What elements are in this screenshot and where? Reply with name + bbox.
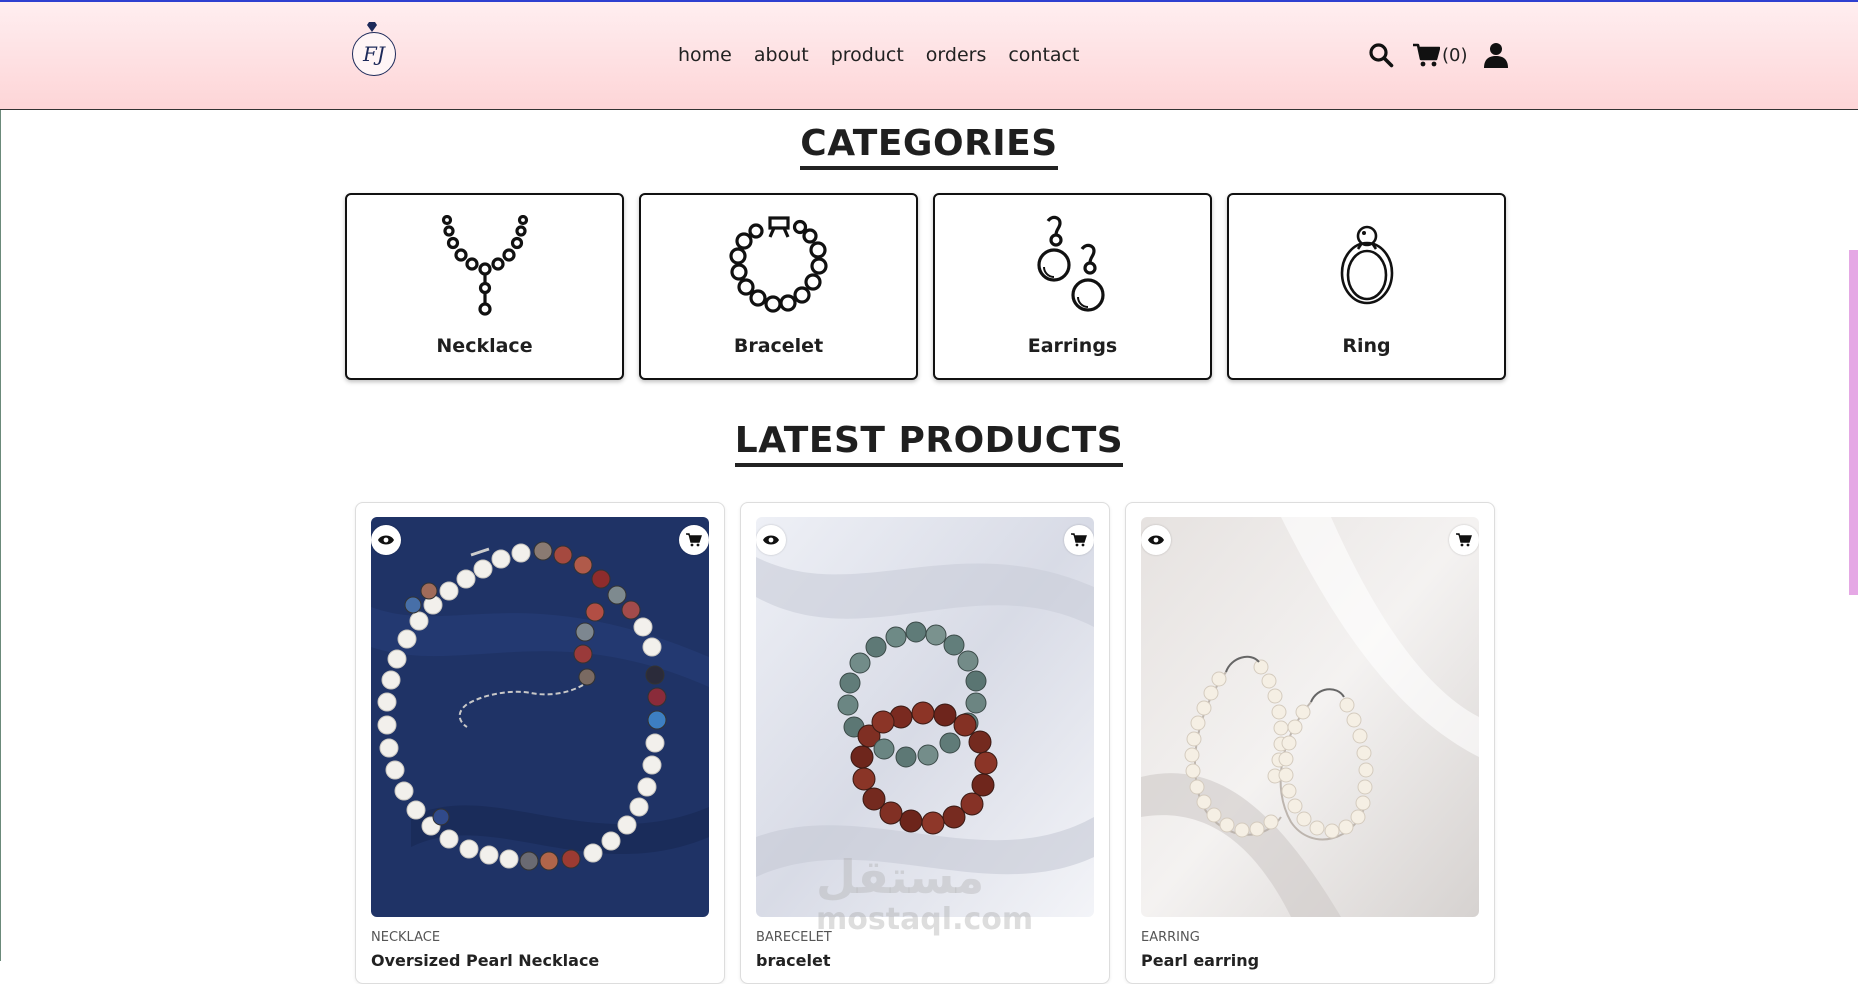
nav-home[interactable]: home — [678, 44, 732, 66]
scrollbar-thumb[interactable] — [1849, 250, 1858, 595]
cart-icon — [1071, 533, 1087, 547]
product-category: BARECELET — [756, 930, 832, 945]
category-label: Bracelet — [733, 335, 824, 357]
cart-count: (0) — [1442, 44, 1468, 66]
header-actions: (0) — [1368, 42, 1508, 68]
product-card[interactable]: BARECELET bracelet — [740, 502, 1110, 984]
logo-text: FJ — [363, 42, 385, 66]
cart-icon — [1413, 43, 1440, 67]
necklace-photo — [371, 517, 709, 917]
category-card-ring[interactable]: Ring — [1227, 193, 1506, 380]
add-to-cart-button[interactable] — [1449, 525, 1479, 555]
site-logo[interactable]: FJ — [352, 32, 396, 76]
product-card[interactable]: NECKLACE Oversized Pearl Necklace — [355, 502, 725, 984]
add-to-cart-button[interactable] — [1064, 525, 1094, 555]
user-icon[interactable] — [1483, 42, 1508, 68]
categories-title: CATEGORIES — [800, 122, 1058, 170]
earrings-icon — [1036, 215, 1105, 312]
product-card[interactable]: EARRING Pearl earring — [1125, 502, 1495, 984]
necklace-icon — [441, 215, 528, 316]
cart-icon — [686, 533, 702, 547]
cart-icon — [1456, 533, 1472, 547]
page-edge — [0, 110, 1, 961]
category-label: Ring — [1342, 335, 1391, 357]
category-label: Necklace — [436, 335, 533, 357]
category-label: Earrings — [1027, 335, 1118, 357]
product-category: EARRING — [1141, 930, 1200, 945]
ring-icon — [1340, 225, 1393, 305]
eye-icon — [763, 535, 779, 545]
main-nav: home about product orders contact — [678, 44, 1079, 66]
quick-view-button[interactable] — [1141, 525, 1171, 555]
quick-view-button[interactable] — [371, 525, 401, 555]
latest-products-heading: LATEST PRODUCTS — [0, 419, 1858, 467]
site-header: FJ home about product orders contact (0) — [0, 2, 1858, 110]
product-category: NECKLACE — [371, 930, 441, 945]
search-icon[interactable] — [1368, 42, 1394, 68]
quick-view-button[interactable] — [756, 525, 786, 555]
latest-products-title: LATEST PRODUCTS — [734, 419, 1124, 467]
earring-photo — [1141, 517, 1479, 917]
eye-icon — [378, 535, 394, 545]
nav-contact[interactable]: contact — [1008, 44, 1079, 66]
categories-grid: Necklace Bracelet Earrings Ring — [345, 193, 1506, 380]
nav-orders[interactable]: orders — [926, 44, 987, 66]
products-grid: NECKLACE Oversized Pearl Necklace BARECE… — [355, 502, 1495, 984]
diamond-icon — [367, 22, 377, 32]
product-image[interactable] — [1141, 517, 1479, 917]
nav-product[interactable]: product — [831, 44, 904, 66]
bracelet-photo — [756, 517, 1094, 917]
product-image[interactable] — [371, 517, 709, 917]
cart-button[interactable]: (0) — [1412, 42, 1468, 68]
nav-about[interactable]: about — [754, 44, 809, 66]
product-image[interactable] — [756, 517, 1094, 917]
category-card-earrings[interactable]: Earrings — [933, 193, 1212, 380]
eye-icon — [1148, 535, 1164, 545]
add-to-cart-button[interactable] — [679, 525, 709, 555]
categories-heading: CATEGORIES — [0, 122, 1858, 170]
category-card-bracelet[interactable]: Bracelet — [639, 193, 918, 380]
category-card-necklace[interactable]: Necklace — [345, 193, 624, 380]
bracelet-icon — [728, 216, 828, 313]
